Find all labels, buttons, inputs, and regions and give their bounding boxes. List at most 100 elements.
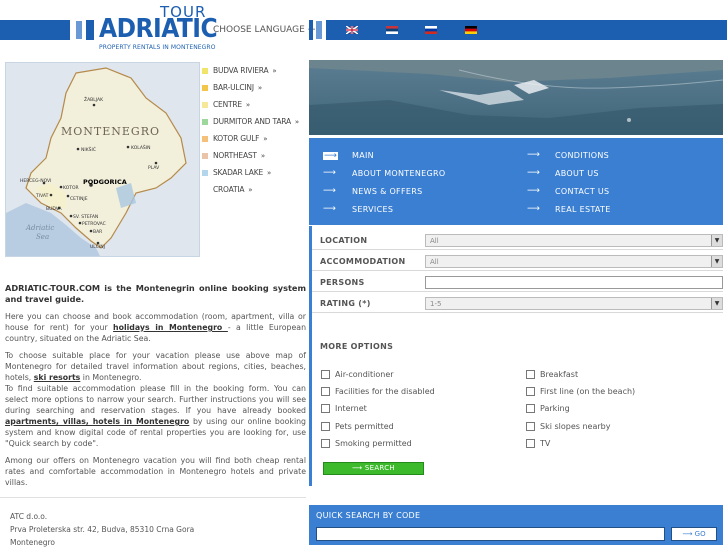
nav-item[interactable]: SERVICES (352, 205, 393, 214)
nav-item[interactable]: REAL ESTATE (555, 205, 611, 214)
arrow-icon: ⟶ (323, 168, 336, 178)
checkbox-box[interactable] (321, 387, 330, 396)
region-item[interactable]: DURMITOR AND TARA» (202, 113, 306, 130)
region-label: DURMITOR AND TARA (213, 117, 291, 126)
checkbox-box[interactable] (526, 439, 535, 448)
region-item[interactable]: KOTOR GULF» (202, 130, 306, 147)
chevron-right-icon: » (263, 134, 268, 143)
option-label: Parking (540, 404, 570, 413)
choose-language-label: CHOOSE LANGUAGE ⟶ (213, 25, 321, 35)
apartments-link[interactable]: apartments, villas, hotels in Montenegro (5, 417, 189, 426)
nav-item[interactable]: ABOUT US (555, 169, 599, 178)
persons-input[interactable] (425, 276, 723, 289)
nav-item[interactable]: CONDITIONS (555, 151, 609, 160)
region-label: BAR-ULCINJ (213, 83, 254, 92)
option-label: Breakfast (540, 370, 579, 379)
montenegro-map[interactable]: MONTENEGRO Adriatic Sea ŽABLJAK NIKŠIĆ K… (5, 62, 200, 257)
svg-text:Sea: Sea (36, 233, 49, 241)
code-input[interactable] (316, 527, 665, 541)
region-item[interactable]: SKADAR LAKE » (202, 164, 306, 181)
chevron-right-icon: » (294, 117, 299, 126)
main-navigation: ⟶ MAIN ⟶ ABOUT MONTENEGRO ⟶ NEWS & OFFERS ⟶ SER… (309, 138, 723, 225)
region-color-icon (202, 118, 208, 125)
svg-text:BUDVA: BUDVA (46, 206, 63, 212)
nav-item[interactable]: NEWS & OFFERS (352, 187, 422, 196)
checkbox-box[interactable] (321, 422, 330, 431)
header: TOUR ADRIATIC PROPERTY RENTALS IN MONTEN… (0, 0, 727, 60)
chevron-right-icon: » (245, 100, 251, 109)
search-label: SEARCH (364, 464, 395, 472)
option-checkbox[interactable]: TV (526, 439, 550, 448)
accommodation-select[interactable]: All ▼ (425, 255, 723, 268)
option-checkbox[interactable]: Internet (321, 404, 367, 413)
svg-text:PLAV: PLAV (148, 165, 160, 171)
ski-resorts-link[interactable]: ski resorts (34, 373, 81, 382)
svg-text:TIVAT: TIVAT (35, 193, 49, 199)
header-stripe (86, 20, 94, 40)
region-item[interactable]: CENTRE» (202, 96, 306, 113)
chevron-right-icon: » (257, 83, 262, 92)
svg-text:HERCEG-NOVI: HERCEG-NOVI (20, 178, 51, 184)
nav-item[interactable]: MAIN (352, 151, 374, 160)
region-item[interactable]: CROATIA» (202, 181, 306, 198)
option-checkbox[interactable]: Facilities for the disabled (321, 387, 435, 396)
map-graphic: MONTENEGRO Adriatic Sea ŽABLJAK NIKŠIĆ K… (6, 63, 199, 256)
accommodation-label: ACCOMMODATION (320, 257, 406, 266)
region-item[interactable]: BAR-ULCINJ» (202, 79, 306, 96)
intro-paragraph: Among our offers on Montenegro vacation … (5, 456, 306, 487)
region-label: BUDVA RIVIERA (213, 66, 269, 75)
svg-text:ULCINJ: ULCINJ (90, 244, 105, 250)
region-color-icon (202, 152, 208, 159)
logo[interactable]: ADRIATIC (99, 14, 218, 44)
region-item[interactable]: BUDVA RIVIERA» (202, 62, 306, 79)
header-accent (75, 20, 83, 40)
checkbox-box[interactable] (321, 439, 330, 448)
flag-germany-icon[interactable] (465, 26, 477, 34)
go-button[interactable]: ⟶ GO (671, 527, 717, 541)
header-accent (315, 20, 323, 40)
arrow-icon: ⟶ (323, 186, 336, 196)
option-checkbox[interactable]: Breakfast (526, 370, 578, 379)
region-label: KOTOR GULF (213, 134, 260, 143)
checkbox-box[interactable] (526, 370, 535, 379)
footer-address: Prva Proleterska str. 42, Budva, 85310 C… (10, 525, 195, 534)
svg-text:PODGORICA: PODGORICA (83, 178, 127, 186)
map-country-label: MONTENEGRO (61, 125, 160, 138)
more-options-label: MORE OPTIONS (320, 342, 394, 351)
intro-heading: ADRIATIC-TOUR.COM is the Montenegrin onl… (5, 283, 306, 304)
option-checkbox[interactable]: Pets permitted (321, 422, 394, 431)
option-label: Internet (335, 404, 367, 413)
arrow-icon: ⟶ (682, 530, 695, 538)
flag-russia-icon[interactable] (425, 26, 437, 34)
checkbox-box[interactable] (526, 404, 535, 413)
region-item[interactable]: NORTHEAST» (202, 147, 306, 164)
option-checkbox[interactable]: Air-conditioner (321, 370, 394, 379)
svg-text:PETROVAC: PETROVAC (82, 221, 106, 227)
rating-label: RATING (*) (320, 299, 371, 308)
region-label: CROATIA (213, 185, 245, 194)
svg-text:CETINJE: CETINJE (70, 196, 88, 202)
option-checkbox[interactable]: Parking (526, 404, 570, 413)
divider (312, 270, 723, 271)
nav-item[interactable]: ABOUT MONTENEGRO (352, 169, 445, 178)
option-checkbox[interactable]: Ski slopes nearby (526, 422, 610, 431)
rating-select[interactable]: 1-5 ▼ (425, 297, 723, 310)
flag-serbia-icon[interactable] (386, 26, 398, 34)
footer: ATC d.o.o. Prva Proleterska str. 42, Bud… (10, 510, 194, 549)
accommodation-value: All (430, 258, 439, 266)
search-button[interactable]: ⟶ SEARCH (323, 462, 424, 475)
checkbox-box[interactable] (526, 387, 535, 396)
intro-paragraph: Here you can choose and book accommodati… (5, 312, 307, 343)
checkbox-box[interactable] (526, 422, 535, 431)
option-checkbox[interactable]: First line (on the beach) (526, 387, 635, 396)
option-checkbox[interactable]: Smoking permitted (321, 439, 412, 448)
nav-item[interactable]: CONTACT US (555, 187, 609, 196)
checkbox-box[interactable] (321, 404, 330, 413)
location-select[interactable]: All ▼ (425, 234, 723, 247)
dropdown-arrow-icon: ▼ (711, 256, 722, 267)
checkbox-box[interactable] (321, 370, 330, 379)
flag-uk-icon[interactable] (346, 26, 358, 34)
location-value: All (430, 237, 439, 245)
holidays-link[interactable]: holidays in Montenegro (113, 323, 228, 332)
arrow-icon: ⟶ (527, 204, 540, 214)
